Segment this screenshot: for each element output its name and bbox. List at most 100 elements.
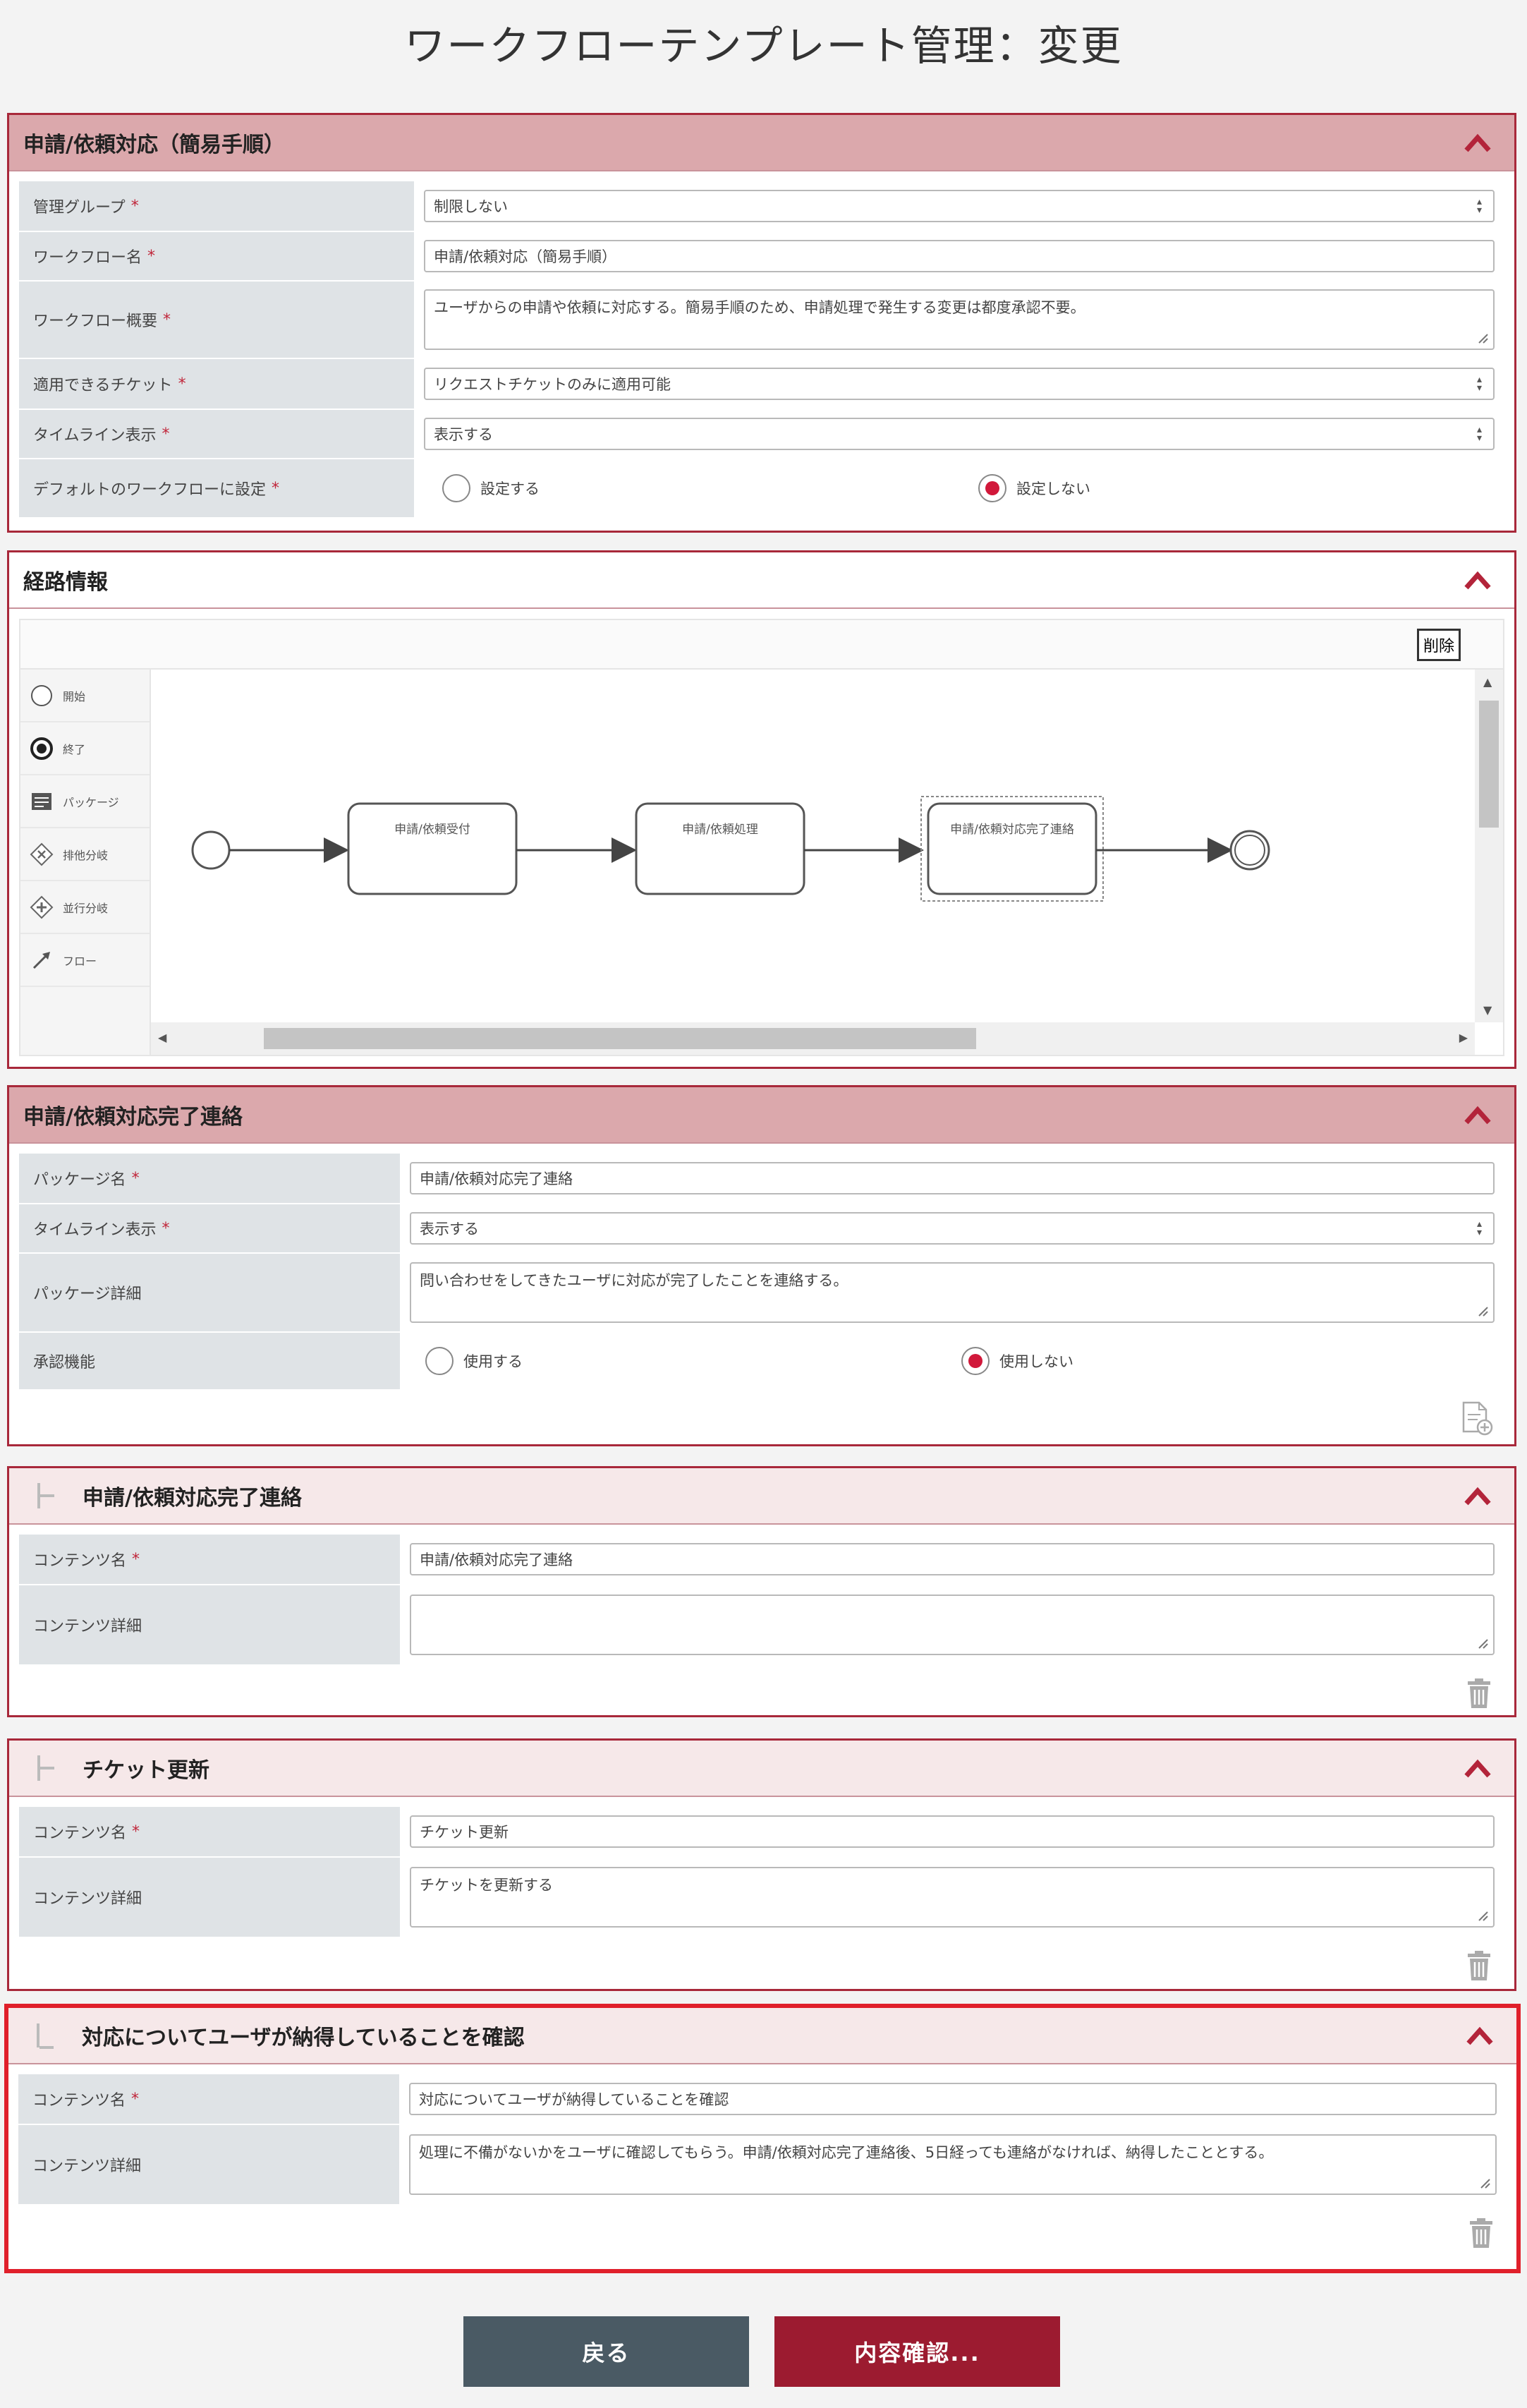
required-mark: * xyxy=(272,479,280,497)
package-detail-textarea[interactable]: 問い合わせをしてきたユーザに対応が完了したことを連絡する。 xyxy=(410,1262,1495,1323)
summary-label: ワークフロー概要 xyxy=(33,313,158,330)
scroll-right-icon[interactable]: ▶ xyxy=(1459,1031,1468,1044)
workflow-panel-header[interactable]: 申請/依頼対応（簡易手順） xyxy=(9,115,1514,171)
add-content-icon[interactable] xyxy=(1461,1400,1493,1436)
palette-item-parallel[interactable]: 並行分岐 xyxy=(20,881,150,934)
trash-icon[interactable] xyxy=(1467,2217,1495,2249)
group-select[interactable]: 制限しない ▴ ▾ xyxy=(424,190,1495,222)
horizontal-scroll-thumb[interactable] xyxy=(264,1028,976,1049)
route-panel: 経路情報 削除 開始 終了 パッケージ 排他分岐 並行分岐 フロー 申請/依頼受… xyxy=(7,550,1516,1069)
node-receive xyxy=(347,802,518,895)
approval-row: 承認機能 使用する 使用しない xyxy=(19,1333,1504,1391)
diagram-toolbar: 削除 xyxy=(19,619,1504,668)
collapse-chevron-icon[interactable] xyxy=(1464,2023,1495,2049)
package-panel-title: 申請/依頼対応完了連絡 xyxy=(23,1105,243,1130)
scroll-up-icon[interactable]: ▲ xyxy=(1483,675,1492,689)
package-panel: 申請/依頼対応完了連絡 パッケージ名 * 申請/依頼対応完了連絡 タイムライン表示… xyxy=(7,1085,1516,1446)
ticket-select[interactable]: リクエストチケットのみに適用可能 ▴ ▾ xyxy=(424,368,1495,400)
trash-icon[interactable] xyxy=(1465,1949,1493,1982)
content-name-input[interactable]: チケット更新 xyxy=(410,1815,1495,1848)
select-arrows-icon: ▴ ▾ xyxy=(1476,424,1482,444)
scroll-down-icon[interactable]: ▼ xyxy=(1483,1003,1492,1017)
scroll-left-icon[interactable]: ◀ xyxy=(158,1031,166,1044)
workflow-summary-textarea[interactable]: ユーザからの申請や依頼に対応する。簡易手順のため、申請処理で発生する変更は都度承… xyxy=(424,289,1495,350)
ticket-label: 適用できるチケット xyxy=(33,377,173,394)
content-detail-textarea[interactable]: 処理に不備がないかをユーザに確認してもらう。申請/依頼対応完了連絡後、5日経って… xyxy=(409,2134,1497,2195)
content-panel-2: チケット更新 コンテンツ名 * チケット更新 コンテンツ詳細 チケットを更新する xyxy=(7,1738,1516,1991)
required-mark: * xyxy=(131,1169,140,1187)
collapse-chevron-icon[interactable] xyxy=(1462,568,1493,593)
vertical-scrollbar[interactable]: ▲ ▼ xyxy=(1475,670,1503,1022)
end-event-icon xyxy=(28,734,56,763)
resize-grip-icon[interactable] xyxy=(1476,1909,1489,1922)
radio-checked[interactable] xyxy=(978,474,1006,502)
package-timeline-label: タイムライン表示 xyxy=(33,1221,157,1239)
palette-item-exclusive[interactable]: 排他分岐 xyxy=(20,828,150,881)
default-row: デフォルトのワークフローに設定 * 設定する 設定しない xyxy=(19,459,1504,519)
resize-grip-icon[interactable] xyxy=(1478,2177,1491,2189)
workflow-name-input[interactable]: 申請/依頼対応（簡易手順） xyxy=(424,240,1495,272)
node-process-label[interactable]: 申請/依頼処理 xyxy=(636,819,804,837)
approval-no-option[interactable]: 使用しない xyxy=(961,1347,1073,1375)
name-row: ワークフロー名 * 申請/依頼対応（簡易手順） xyxy=(19,232,1504,282)
content-name-label: コンテンツ名 xyxy=(32,2092,126,2110)
route-panel-title: 経路情報 xyxy=(23,570,108,595)
collapse-chevron-icon[interactable] xyxy=(1462,1484,1493,1509)
node-receive-label[interactable]: 申請/依頼受付 xyxy=(348,819,516,837)
vertical-scroll-thumb[interactable] xyxy=(1479,701,1499,828)
select-arrows-icon: ▴ ▾ xyxy=(1476,196,1482,216)
palette-item-start[interactable]: 開始 xyxy=(20,670,150,722)
collapse-chevron-icon[interactable] xyxy=(1462,131,1493,156)
required-mark: * xyxy=(132,1550,140,1568)
resize-grip-icon[interactable] xyxy=(1476,332,1489,344)
route-panel-header[interactable]: 経路情報 xyxy=(9,552,1514,609)
content-name-input[interactable]: 申請/依頼対応完了連絡 xyxy=(410,1543,1495,1575)
content-detail-row: コンテンツ詳細 処理に不備がないかをユーザに確認してもらう。申請/依頼対応完了連… xyxy=(18,2125,1507,2206)
select-arrows-icon: ▴ ▾ xyxy=(1476,374,1482,394)
content-detail-label: コンテンツ詳細 xyxy=(33,1618,142,1635)
back-button[interactable]: 戻る xyxy=(463,2316,749,2387)
workflow-panel: 申請/依頼対応（簡易手順） 管理グループ * 制限しない ▴ ▾ ワークフロー名 * 申… xyxy=(7,113,1516,533)
radio-unchecked[interactable] xyxy=(442,474,470,502)
palette-item-package[interactable]: パッケージ xyxy=(20,775,150,828)
content-detail-label: コンテンツ詳細 xyxy=(32,2158,142,2175)
palette-item-end[interactable]: 終了 xyxy=(20,722,150,775)
diagram-canvas[interactable]: 申請/依頼受付 申請/依頼処理 申請/依頼対応完了連絡 ▲ ▼ ◀ ▶ xyxy=(151,670,1503,1055)
radio-checked[interactable] xyxy=(961,1347,990,1375)
approval-yes-option[interactable]: 使用する xyxy=(425,1347,961,1375)
delete-button[interactable]: 削除 xyxy=(1416,629,1461,661)
confirm-button[interactable]: 内容確認... xyxy=(774,2316,1060,2387)
content-name-label: コンテンツ名 xyxy=(33,1552,127,1570)
horizontal-scrollbar[interactable]: ◀ ▶ xyxy=(151,1022,1475,1055)
resize-grip-icon[interactable] xyxy=(1476,1305,1489,1317)
content-panel-title: チケット更新 xyxy=(83,1758,209,1783)
content-panel-header[interactable]: 対応についてユーザが納得していることを確認 xyxy=(8,2008,1516,2064)
exclusive-gateway-icon xyxy=(28,840,56,869)
content-panel-title: 申請/依頼対応完了連絡 xyxy=(83,1486,302,1511)
required-mark: * xyxy=(147,247,156,265)
collapse-chevron-icon[interactable] xyxy=(1462,1756,1493,1781)
content-panel-header[interactable]: 申請/依頼対応完了連絡 xyxy=(9,1468,1514,1525)
required-mark: * xyxy=(130,197,139,215)
collapse-chevron-icon[interactable] xyxy=(1462,1103,1493,1128)
package-panel-header[interactable]: 申請/依頼対応完了連絡 xyxy=(9,1087,1514,1144)
content-detail-textarea[interactable]: チケットを更新する xyxy=(410,1867,1495,1928)
package-icon xyxy=(28,787,56,816)
default-no-option[interactable]: 設定しない xyxy=(978,474,1090,502)
radio-unchecked[interactable] xyxy=(425,1347,454,1375)
content-name-input[interactable]: 対応についてユーザが納得していることを確認 xyxy=(409,2083,1497,2115)
required-mark: * xyxy=(162,1219,170,1238)
resize-grip-icon[interactable] xyxy=(1476,1637,1489,1650)
package-name-input[interactable]: 申請/依頼対応完了連絡 xyxy=(410,1162,1495,1194)
content-detail-label: コンテンツ詳細 xyxy=(33,1890,142,1908)
content-panel-header[interactable]: チケット更新 xyxy=(9,1741,1514,1797)
content-detail-textarea[interactable] xyxy=(410,1595,1495,1655)
default-yes-option[interactable]: 設定する xyxy=(442,474,978,502)
content-name-row: コンテンツ名 * 対応についてユーザが納得していることを確認 xyxy=(18,2074,1507,2125)
timeline-select[interactable]: 表示する ▴ ▾ xyxy=(424,418,1495,450)
trash-icon[interactable] xyxy=(1465,1677,1493,1710)
package-timeline-select[interactable]: 表示する ▴ ▾ xyxy=(410,1212,1495,1245)
node-complete-label[interactable]: 申請/依頼対応完了連絡 xyxy=(928,819,1096,837)
palette-item-flow[interactable]: フロー xyxy=(20,934,150,987)
package-name-label: パッケージ名 xyxy=(33,1171,126,1189)
